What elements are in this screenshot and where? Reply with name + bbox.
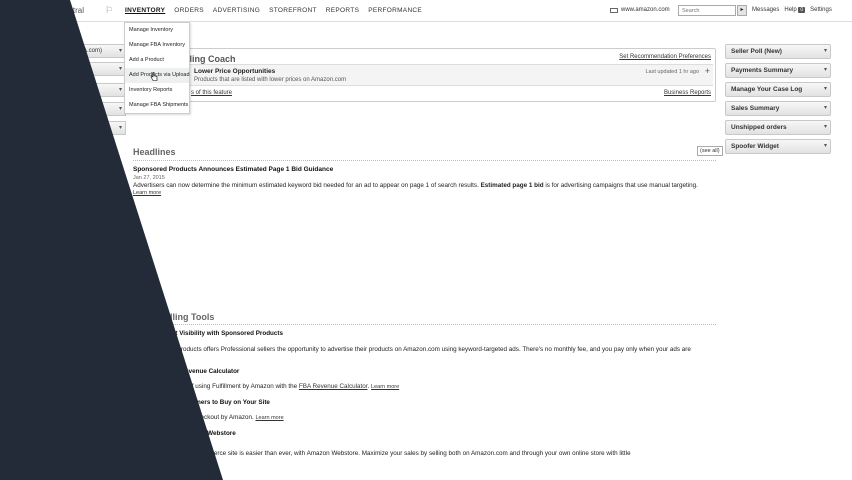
headlines-divider — [133, 160, 716, 161]
messages-count-badge: 0 — [798, 7, 806, 13]
marketplace-label: A.com) — [83, 48, 103, 54]
widget-case-log[interactable]: Manage Your Case Log ▾ — [725, 82, 831, 97]
checkout-learn-more-link[interactable]: Learn more — [256, 415, 284, 421]
business-reports-link[interactable]: Business Reports — [664, 90, 711, 96]
chevron-down-icon: ▾ — [118, 125, 122, 131]
tool-heading-sponsored-products[interactable]: uct Visibility with Sponsored Products — [168, 330, 283, 337]
tool-text-checkout-part: site with Checkout by Amazon. — [168, 414, 254, 421]
feature-link[interactable]: s of this feature — [191, 90, 232, 96]
sidebar-box-4[interactable]: ▾ — [0, 121, 126, 135]
headlines-title: Headlines — [133, 147, 176, 157]
tool-text-checkout: site with Checkout by Amazon. Learn more — [168, 414, 284, 421]
settings-link[interactable]: Settings — [810, 7, 832, 13]
selling-coach-title: lling Coach — [187, 54, 236, 64]
menu-item-manage-fba-shipments[interactable]: Manage FBA Shipments — [125, 98, 189, 113]
inventory-dropdown-menu: Manage Inventory Manage FBA Inventory Ad… — [124, 22, 190, 114]
chevron-down-icon: ▾ — [823, 86, 827, 92]
tool-heading-revenue-calculator[interactable]: zon Revenue Calculator — [168, 368, 239, 375]
widget-payments-summary[interactable]: Payments Summary ▾ — [725, 63, 831, 78]
help-link[interactable]: Help 0 — [784, 7, 806, 13]
widget-label: Seller Poll (New) — [731, 48, 782, 55]
chevron-down-icon: ▾ — [118, 48, 122, 54]
nav-storefront[interactable]: STOREFRONT — [269, 7, 317, 14]
recommendation-preferences-link[interactable]: Set Recommendation Preferences — [619, 54, 711, 60]
widget-label: Payments Summary — [731, 67, 794, 74]
search-button[interactable]: ▸ — [737, 5, 747, 16]
headline-learn-more-link[interactable]: Learn more — [133, 190, 161, 196]
chevron-down-icon: ▾ — [118, 106, 122, 112]
brand-logo[interactable]: central — [60, 6, 84, 15]
chevron-down-icon: ▾ — [118, 66, 122, 72]
tool-text-revenue-calculator: enefits of using Fulfillment by Amazon w… — [168, 383, 400, 390]
nav-orders[interactable]: ORDERS — [174, 7, 204, 14]
headline-text-part2: is for advertising campaigns that use ma… — [545, 182, 698, 189]
widget-spoofer[interactable]: Spoofer Widget ▾ — [725, 139, 831, 154]
marketplace-selector[interactable]: www.amazon.com — [610, 7, 670, 13]
tool-heading-webstore[interactable]: zed site with Webstore — [168, 430, 236, 437]
search-input[interactable] — [678, 5, 736, 16]
tool-heading-checkout[interactable]: on Customers to Buy on Your Site — [168, 399, 270, 406]
nav-reports[interactable]: REPORTS — [326, 7, 359, 14]
top-links: Messages Help 0 Settings — [752, 7, 832, 13]
widget-label: Manage Your Case Log — [731, 86, 803, 93]
selling-coach-panel: lling Coach Set Recommendation Preferenc… — [130, 48, 716, 102]
revenue-learn-more-link[interactable]: Learn more — [371, 384, 399, 390]
widget-label: Sales Summary — [731, 105, 780, 112]
see-all-button[interactable]: (see all) — [697, 146, 723, 156]
headline-item-text: Advertisers can now determine the minimu… — [133, 182, 713, 189]
flag-us-icon — [610, 7, 618, 13]
coach-recommendation-row[interactable]: Lower Price Opportunities Products that … — [133, 64, 713, 86]
headline-item-title[interactable]: Sponsored Products Announces Estimated P… — [133, 166, 333, 173]
marketplace-dropdown[interactable]: A.com) ▾ — [0, 44, 126, 58]
tools-divider — [133, 324, 716, 325]
widget-label: Spoofer Widget — [731, 143, 779, 150]
help-label: Help — [784, 7, 797, 13]
selling-tools-title: lling Tools — [170, 312, 215, 322]
expand-plus-icon[interactable]: + — [705, 66, 710, 76]
menu-item-inventory-reports[interactable]: Inventory Reports — [125, 83, 189, 98]
fba-revenue-calculator-link[interactable]: FBA Revenue Calculator — [299, 383, 368, 390]
marketplace-name: www.amazon.com — [621, 7, 670, 13]
flag-icon[interactable]: ⚐ — [105, 5, 115, 15]
sidebar-box-1[interactable]: ▾ — [0, 62, 126, 76]
recommendation-title: Lower Price Opportunities — [194, 68, 276, 75]
widget-sales-summary[interactable]: Sales Summary ▾ — [725, 101, 831, 116]
headline-text-part1: Advertisers can now determine the minimu… — [133, 182, 479, 189]
messages-link[interactable]: Messages — [752, 7, 779, 13]
widget-seller-poll[interactable]: Seller Poll (New) ▾ — [725, 44, 831, 59]
recommendation-subtitle: Products that are listed with lower pric… — [194, 77, 347, 83]
widget-unshipped-orders[interactable]: Unshipped orders ▾ — [725, 120, 831, 135]
main-nav-links: INVENTORY ORDERS ADVERTISING STOREFRONT … — [125, 7, 422, 14]
sidebar-box-3[interactable]: ▾ — [0, 102, 126, 116]
menu-item-add-product[interactable]: Add a Product — [125, 53, 189, 68]
nav-advertising[interactable]: ADVERTISING — [213, 7, 260, 14]
sidebar-box-2[interactable]: ▾ — [0, 83, 126, 97]
chevron-down-icon: ▾ — [823, 105, 827, 111]
widget-label: Unshipped orders — [731, 124, 787, 131]
menu-item-manage-fba-inventory[interactable]: Manage FBA Inventory — [125, 38, 189, 53]
last-updated-text: Last updated 1 hr ago — [645, 69, 699, 75]
menu-item-manage-inventory[interactable]: Manage Inventory — [125, 23, 189, 38]
nav-performance[interactable]: PERFORMANCE — [368, 7, 422, 14]
tool-text-webstore: tomized eCommerce site is easier than ev… — [168, 450, 631, 457]
chevron-down-icon: ▾ — [823, 143, 827, 149]
nav-inventory[interactable]: INVENTORY — [125, 7, 165, 14]
chevron-down-icon: ▾ — [823, 48, 827, 54]
top-nav: central ⚐ INVENTORY ORDERS ADVERTISING S… — [0, 0, 852, 22]
headline-item-date: Jan 27, 2015 — [133, 175, 165, 181]
hand-cursor-icon — [150, 72, 158, 81]
tool-text-sponsored-products: ed Products offers Professional sellers … — [168, 346, 691, 353]
headline-text-bold: Estimated page 1 bid — [480, 182, 544, 189]
chevron-down-icon: ▾ — [823, 67, 827, 73]
chevron-down-icon: ▾ — [823, 124, 827, 130]
chevron-down-icon: ▾ — [118, 87, 122, 93]
tool-text-revenue-part: enefits of using Fulfillment by Amazon w… — [168, 383, 298, 390]
